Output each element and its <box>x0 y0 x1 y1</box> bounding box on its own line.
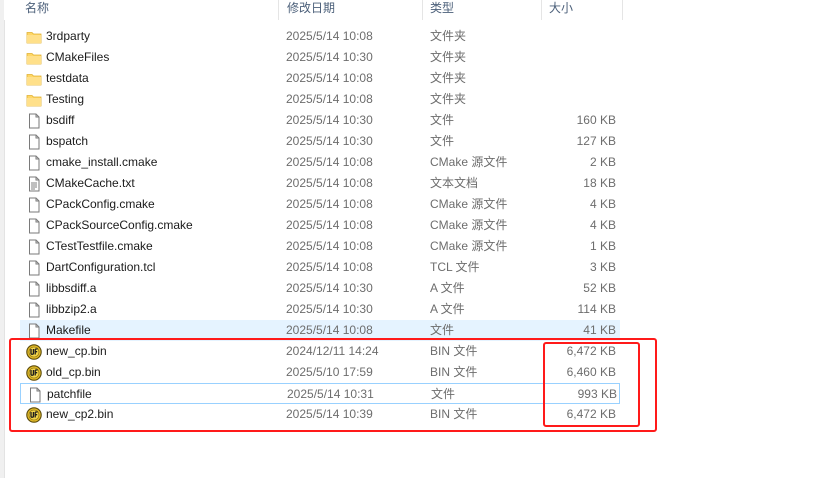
file-icon <box>26 281 42 297</box>
file-date: 2025/5/14 10:08 <box>286 29 373 43</box>
file-icon <box>26 134 42 150</box>
file-type: 文本文档 <box>430 176 479 190</box>
file-row[interactable]: libbsdiff.a 2025/5/14 10:30 A 文件 52 KB <box>20 278 620 299</box>
file-type: CMake 源文件 <box>430 218 508 232</box>
file-row[interactable]: CMakeCache.txt 2025/5/14 10:08 文本文档 18 KB <box>20 173 620 194</box>
file-type: A 文件 <box>430 281 465 295</box>
file-size: 114 KB <box>577 302 616 316</box>
file-date: 2025/5/14 10:08 <box>286 197 373 211</box>
file-name: CPackConfig.cmake <box>46 197 155 211</box>
file-type: CMake 源文件 <box>430 155 508 169</box>
file-size: 52 KB <box>583 281 616 295</box>
file-row[interactable]: CPackSourceConfig.cmake 2025/5/14 10:08 CM… <box>20 215 620 236</box>
file-date: 2025/5/14 10:08 <box>286 176 373 190</box>
file-type: 文件 <box>430 113 455 127</box>
file-type: TCL 文件 <box>430 260 480 274</box>
text-file-icon <box>26 176 42 192</box>
column-divider[interactable] <box>422 0 423 20</box>
file-name: Testing <box>46 92 85 106</box>
file-name: bsdiff <box>46 113 75 127</box>
file-type: CMake 源文件 <box>430 197 508 211</box>
file-name: libbsdiff.a <box>46 281 97 295</box>
file-size: 2 KB <box>589 155 616 169</box>
file-type: 文件夹 <box>430 92 467 106</box>
file-name: CTestTestfile.cmake <box>46 239 153 253</box>
file-name: libbzip2.a <box>46 302 97 316</box>
folder-icon <box>26 71 42 87</box>
file-row[interactable]: DartConfiguration.tcl 2025/5/14 10:08 TCL … <box>20 257 620 278</box>
file-date: 2025/5/14 10:08 <box>286 155 373 169</box>
column-header-date[interactable]: 修改日期 <box>282 0 422 20</box>
column-header-size[interactable]: 大小 <box>544 0 622 20</box>
file-type: 文件夹 <box>430 29 467 43</box>
file-name: CMakeFiles <box>46 50 110 64</box>
column-header-type[interactable]: 类型 <box>425 0 541 20</box>
folder-icon <box>26 50 42 66</box>
file-size: 127 KB <box>576 134 616 148</box>
file-size: 3 KB <box>589 260 616 274</box>
file-date: 2025/5/14 10:30 <box>286 113 373 127</box>
file-icon <box>26 323 42 339</box>
file-icon <box>26 197 42 213</box>
column-header-name[interactable]: 名称 <box>20 0 278 20</box>
file-size: 160 KB <box>576 113 616 127</box>
file-row[interactable]: testdata 2025/5/14 10:08 文件夹 <box>20 68 620 89</box>
file-row[interactable]: CMakeFiles 2025/5/14 10:30 文件夹 <box>20 47 620 68</box>
file-name: DartConfiguration.tcl <box>46 260 156 274</box>
file-name: testdata <box>46 71 89 85</box>
file-date: 2025/5/14 10:08 <box>286 71 373 85</box>
file-name: cmake_install.cmake <box>46 155 158 169</box>
folder-icon <box>26 29 42 45</box>
file-type: A 文件 <box>430 302 465 316</box>
file-row[interactable]: bsdiff 2025/5/14 10:30 文件 160 KB <box>20 110 620 131</box>
column-header-bar: 名称 修改日期 类型 大小 <box>4 0 624 20</box>
file-date: 2025/5/14 10:30 <box>286 302 373 316</box>
column-divider[interactable] <box>541 0 542 20</box>
file-icon <box>26 302 42 318</box>
file-icon <box>26 155 42 171</box>
file-row[interactable]: CTestTestfile.cmake 2025/5/14 10:08 CMake … <box>20 236 620 257</box>
file-row[interactable]: Testing 2025/5/14 10:08 文件夹 <box>20 89 620 110</box>
column-divider[interactable] <box>622 0 623 20</box>
file-row[interactable]: CPackConfig.cmake 2025/5/14 10:08 CMake 源文… <box>20 194 620 215</box>
file-date: 2025/5/14 10:30 <box>286 134 373 148</box>
file-date: 2025/5/14 10:08 <box>286 239 373 253</box>
column-divider[interactable] <box>278 0 279 20</box>
file-date: 2025/5/14 10:08 <box>286 92 373 106</box>
highlight-box-sizes <box>543 342 640 427</box>
file-name: 3rdparty <box>46 29 91 43</box>
file-name: CPackSourceConfig.cmake <box>46 218 193 232</box>
file-row[interactable]: bspatch 2025/5/14 10:30 文件 127 KB <box>20 131 620 152</box>
file-size: 18 KB <box>583 176 616 190</box>
file-type: 文件夹 <box>430 50 467 64</box>
file-row[interactable]: cmake_install.cmake 2025/5/14 10:08 CMake … <box>20 152 620 173</box>
file-row[interactable]: 3rdparty 2025/5/14 10:08 文件夹 <box>20 26 620 47</box>
file-date: 2025/5/14 10:08 <box>286 260 373 274</box>
file-size: 1 KB <box>589 239 616 253</box>
file-date: 2025/5/14 10:08 <box>286 218 373 232</box>
file-row[interactable]: libbzip2.a 2025/5/14 10:30 A 文件 114 KB <box>20 299 620 320</box>
file-type: 文件 <box>430 134 455 148</box>
file-name: CMakeCache.txt <box>46 176 135 190</box>
file-icon <box>26 113 42 129</box>
file-name: bspatch <box>46 134 89 148</box>
file-date: 2025/5/14 10:30 <box>286 281 373 295</box>
file-date: 2025/5/14 10:30 <box>286 50 373 64</box>
left-pane-edge <box>0 0 5 478</box>
folder-icon <box>26 92 42 108</box>
file-size: 4 KB <box>589 197 616 211</box>
file-type: 文件夹 <box>430 71 467 85</box>
file-size: 4 KB <box>589 218 616 232</box>
file-icon <box>26 218 42 234</box>
file-icon <box>26 260 42 276</box>
file-type: CMake 源文件 <box>430 239 508 253</box>
file-icon <box>26 239 42 255</box>
